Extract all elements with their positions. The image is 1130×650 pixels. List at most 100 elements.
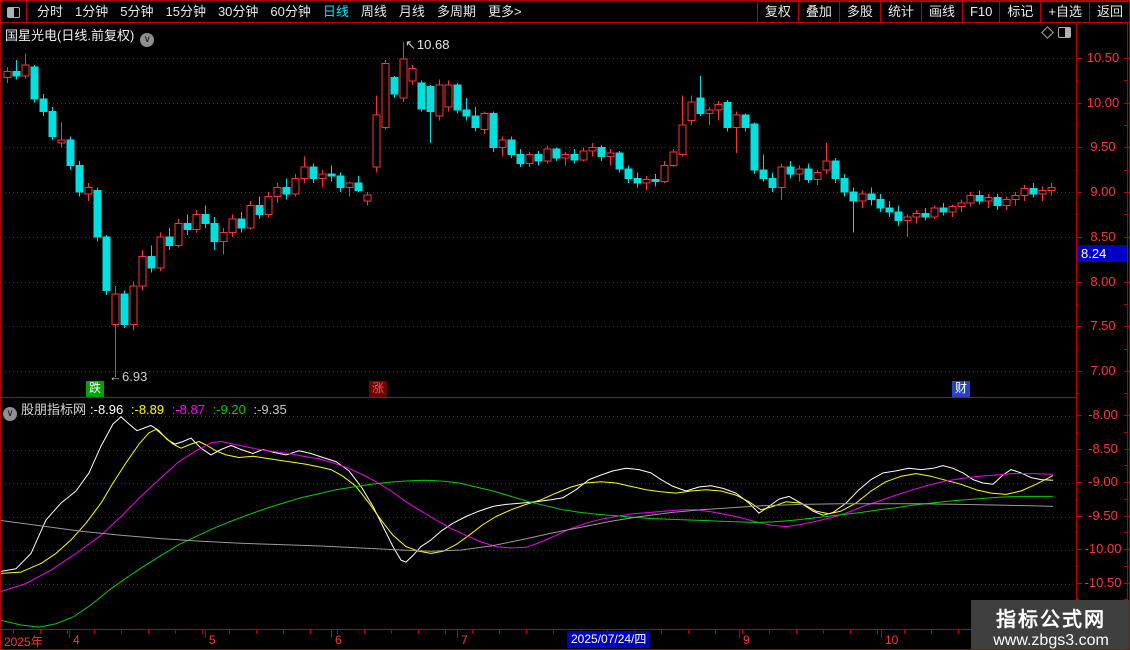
badge-zhang: 涨	[369, 381, 387, 397]
indicator-value: :-9.35	[253, 402, 286, 417]
indicator-axis-label: -10.50	[1079, 575, 1127, 590]
timeline-tick	[40, 630, 41, 634]
timeline-label: 9	[743, 633, 750, 647]
right-edge-line	[1127, 23, 1128, 649]
timeline-tick	[445, 630, 446, 634]
axis-tick	[1124, 326, 1130, 327]
axis-tick	[1076, 349, 1079, 350]
axis-tick	[1076, 566, 1079, 567]
axis-tick	[1076, 282, 1082, 283]
axis-tick	[1076, 499, 1079, 500]
axis-tick	[1076, 214, 1079, 215]
timeline-tick	[526, 630, 527, 634]
chevron-down-icon[interactable]: ∨	[3, 407, 17, 421]
badge-die: 跌	[86, 381, 104, 397]
axis-tick	[1076, 192, 1082, 193]
indicator-chart	[1, 398, 1076, 630]
toolbar-period-月线[interactable]: 月线	[393, 1, 431, 23]
panel-split-icon[interactable]	[1058, 27, 1071, 38]
toolbar-period-5分钟[interactable]: 5分钟	[114, 1, 159, 23]
toolbar-button-+自选[interactable]: +自选	[1040, 1, 1090, 23]
axis-tick	[1124, 415, 1130, 416]
timeline-label: 6	[335, 633, 342, 647]
toolbar-button-F10[interactable]: F10	[962, 1, 1000, 23]
toolbar-period-多周期[interactable]: 多周期	[431, 1, 482, 23]
axis-tick	[1076, 532, 1079, 533]
timeline-label: 7	[461, 633, 468, 647]
axis-tick	[1124, 282, 1130, 283]
toolbar-period-更多>[interactable]: 更多>	[482, 1, 528, 23]
chart-corner-icons	[1043, 27, 1071, 38]
timeline-tick	[796, 630, 797, 634]
axis-tick	[1076, 583, 1082, 584]
timeline-tick	[877, 630, 878, 634]
toolbar-period-分时[interactable]: 分时	[31, 1, 69, 23]
indicator-axis-label: -9.50	[1079, 508, 1127, 523]
toolbar-button-复权[interactable]: 复权	[757, 1, 799, 23]
timeline-month-tick	[881, 630, 882, 638]
chevron-down-icon[interactable]: ∨	[140, 33, 154, 47]
axis-tick	[1076, 415, 1082, 416]
timeline-tick	[850, 630, 851, 634]
last-price-tag: 8.24	[1077, 245, 1127, 262]
timeline-tick	[418, 630, 419, 634]
timeline-tick	[661, 630, 662, 634]
timeline-tick	[499, 630, 500, 634]
toolbar-period-周线[interactable]: 周线	[355, 1, 393, 23]
axis-tick	[1124, 583, 1130, 584]
timeline-month-tick	[331, 630, 332, 638]
chart-title: 国星光电(日线.前复权)	[5, 28, 134, 43]
indicator-axis-label: -10.00	[1079, 541, 1127, 556]
toolbar-button-统计[interactable]: 统计	[880, 1, 922, 23]
chart-title-row: 国星光电(日线.前复权) ∨	[5, 25, 154, 47]
toolbar-button-返回[interactable]: 返回	[1089, 1, 1130, 23]
crosshair-date-tag: 2025/07/24/四	[567, 631, 650, 648]
price-axis-label: 10.00	[1079, 95, 1127, 110]
axis-tick	[1124, 349, 1128, 350]
toolbar-period-30分钟[interactable]: 30分钟	[212, 1, 264, 23]
layout-toggle-button[interactable]	[1, 1, 27, 23]
toolbar-button-多股[interactable]: 多股	[839, 1, 881, 23]
toolbar-period-日线[interactable]: 日线	[317, 1, 355, 23]
toolbar-button-画线[interactable]: 画线	[921, 1, 963, 23]
timeline-tick	[256, 630, 257, 634]
timeline-tick	[391, 630, 392, 634]
axis-tick	[1076, 371, 1082, 372]
indicator-value: :-8.96	[90, 402, 127, 417]
timeline-tick	[283, 630, 284, 634]
axis-tick	[1124, 170, 1128, 171]
indicator-panel[interactable]: ∨股朋指标网:-8.96 :-8.89 :-8.87 :-9.20 :-9.35	[1, 397, 1076, 629]
toolbar-period-15分钟[interactable]: 15分钟	[159, 1, 211, 23]
toolbar-button-叠加[interactable]: 叠加	[798, 1, 840, 23]
axis-tick	[1124, 371, 1130, 372]
price-axis-label: 9.50	[1079, 139, 1127, 154]
candlestick-chart-area[interactable]: 国星光电(日线.前复权)∨ ↖10.68 ←6.93 跌 涨 财	[1, 23, 1076, 397]
timeline-label: 10	[885, 633, 898, 647]
watermark-url: www.zbgs3.com	[971, 632, 1130, 650]
axis-tick	[1124, 214, 1128, 215]
badge-cai: 财	[952, 381, 970, 397]
timeline-label: 4	[73, 633, 80, 647]
axis-tick	[1076, 80, 1079, 81]
axis-tick	[1076, 237, 1082, 238]
price-axis-label: 7.50	[1079, 318, 1127, 333]
timeline-tick	[472, 630, 473, 634]
timeline-month-tick	[739, 630, 740, 638]
top-toolbar: 分时1分钟5分钟15分钟30分钟60分钟日线周线月线多周期更多> 复权叠加多股统…	[1, 1, 1130, 23]
timeline-tick	[553, 630, 554, 634]
toolbar-button-标记[interactable]: 标记	[999, 1, 1041, 23]
axis-tick	[1124, 125, 1128, 126]
diamond-icon[interactable]	[1041, 26, 1054, 39]
timeline-axis[interactable]: 2025年45672025/07/24/四910	[1, 629, 1130, 650]
toolbar-period-1分钟[interactable]: 1分钟	[69, 1, 114, 23]
axis-tick	[1124, 516, 1130, 517]
axis-tick	[1124, 147, 1130, 148]
watermark: 指标公式网 www.zbgs3.com	[971, 600, 1130, 650]
arrow-up-left-icon: ↖	[405, 37, 416, 52]
timeline-label: 5	[209, 633, 216, 647]
timeline-tick	[742, 630, 743, 634]
axis-tick	[1124, 237, 1130, 238]
axis-tick	[1076, 516, 1082, 517]
toolbar-period-60分钟[interactable]: 60分钟	[264, 1, 316, 23]
price-axis-label: 10.50	[1079, 50, 1127, 65]
